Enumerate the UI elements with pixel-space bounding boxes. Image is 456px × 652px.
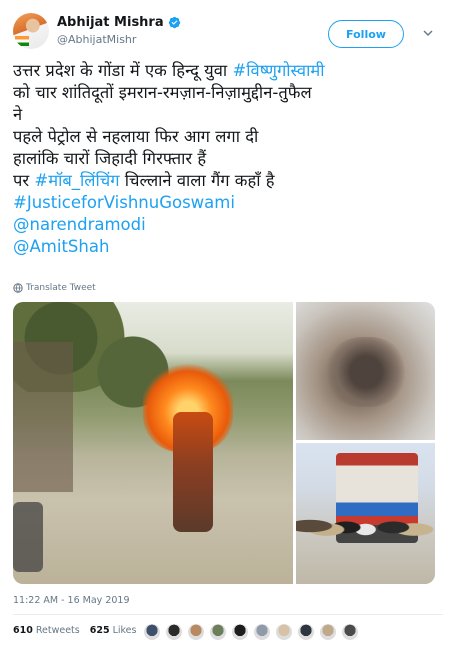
translate-label: Translate Tweet (26, 283, 96, 293)
author-block: Abhijat Mishra @AbhijatMishr (57, 13, 181, 46)
liker-avatar[interactable] (253, 623, 271, 641)
media-photo-bottom-right[interactable] (296, 443, 435, 584)
text-line: ने (13, 104, 443, 126)
text-span: पर (13, 171, 35, 190)
divider (13, 614, 443, 615)
tweet-text: उत्तर प्रदेश के गोंडा में एक हिन्दू युवा… (13, 60, 443, 258)
retweets-label: Retweets (35, 625, 80, 636)
text-span: ने (13, 105, 23, 124)
media-photo-main[interactable] (13, 302, 293, 584)
text-span: पहले पेट्रोल से नहलाया फिर आग लगा दी (13, 127, 259, 146)
tweet-card: Abhijat Mishra @AbhijatMishr Follow उत्त… (0, 0, 456, 652)
photo-detail (296, 491, 435, 561)
liker-avatar[interactable] (231, 623, 249, 641)
text-span: हालांकि चारों जिहादी गिरफ्तार हैं (13, 149, 207, 168)
text-line: को चार शांतिदूतों इमरान-रमज़ान-निज़ामुद्… (13, 82, 443, 104)
liker-avatars (143, 623, 363, 641)
liker-avatar[interactable] (209, 623, 227, 641)
display-name[interactable]: Abhijat Mishra (57, 15, 164, 30)
text-line: उत्तर प्रदेश के गोंडा में एक हिन्दू युवा… (13, 60, 443, 82)
hashtag-link[interactable]: #JusticeforVishnuGoswami (13, 192, 443, 214)
verified-badge-icon (168, 16, 180, 28)
media-grid (13, 302, 435, 584)
retweets-stat[interactable]: 610 Retweets (13, 625, 80, 636)
photo-detail (173, 412, 213, 532)
liker-avatar[interactable] (275, 623, 293, 641)
follow-button[interactable]: Follow (328, 20, 404, 48)
media-photo-top-right[interactable] (296, 302, 435, 440)
liker-avatar[interactable] (165, 623, 183, 641)
text-line: पर #मॉब_लिंचिंग चिल्लाने वाला गैंग कहाँ … (13, 170, 443, 192)
retweets-count: 610 (13, 625, 33, 636)
hashtag-link[interactable]: #मॉब_लिंचिंग (34, 171, 119, 190)
globe-icon (13, 283, 23, 293)
chevron-down-icon[interactable] (423, 28, 433, 38)
likes-stat[interactable]: 625 Likes (90, 625, 137, 636)
likes-count: 625 (89, 625, 110, 636)
translate-tweet[interactable]: Translate Tweet (13, 283, 96, 293)
engagement-stats: 610 Retweets 625 Likes (13, 625, 146, 636)
liker-avatar[interactable] (187, 623, 205, 641)
text-line: पहले पेट्रोल से नहलाया फिर आग लगा दी (13, 126, 443, 148)
liker-avatar[interactable] (341, 623, 359, 641)
photo-detail (13, 502, 43, 572)
photo-detail (13, 342, 73, 492)
name-row: Abhijat Mishra (57, 13, 181, 31)
mention-link[interactable]: @narendramodi (13, 214, 443, 236)
hashtag-link[interactable]: #विष्णुगोस्वामी (232, 61, 324, 80)
text-line: हालांकि चारों जिहादी गिरफ्तार हैं (13, 148, 443, 170)
timestamp[interactable]: 11:22 AM - 16 May 2019 (13, 595, 130, 606)
handle[interactable]: @AbhijatMishr (57, 33, 181, 46)
likes-label: Likes (112, 625, 137, 636)
photo-detail (326, 337, 406, 407)
text-span: उत्तर प्रदेश के गोंडा में एक हिन्दू युवा (13, 61, 233, 80)
liker-avatar[interactable] (143, 623, 161, 641)
liker-avatar[interactable] (319, 623, 337, 641)
flag-icon (15, 36, 29, 46)
liker-avatar[interactable] (297, 623, 315, 641)
text-span: चिल्लाने वाला गैंग कहाँ है (119, 171, 275, 190)
mention-link[interactable]: @AmitShah (13, 236, 443, 258)
avatar[interactable] (13, 13, 49, 49)
text-span: को चार शांतिदूतों इमरान-रमज़ान-निज़ामुद्… (13, 83, 312, 102)
